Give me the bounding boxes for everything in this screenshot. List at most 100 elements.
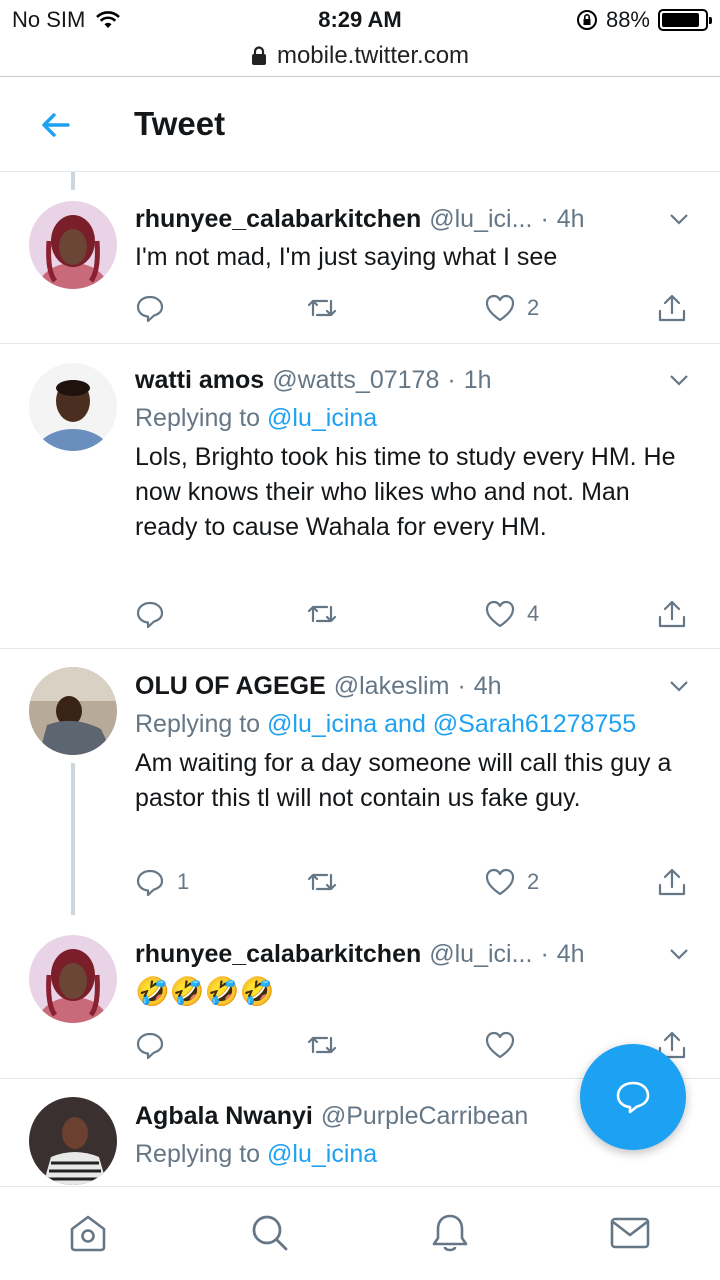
display-name[interactable]: Agbala Nwanyi: [135, 1102, 313, 1131]
like-button[interactable]: [485, 1027, 527, 1063]
replying-to: Replying to @lu_icina: [135, 404, 377, 433]
chevron-down-icon[interactable]: [668, 369, 690, 391]
display-name[interactable]: rhunyee_calabarkitchen: [135, 940, 421, 969]
replying-to-label: Replying to: [135, 1140, 261, 1168]
tweet[interactable]: OLU OF AGEGE @lakeslim · 4h Replying to …: [0, 649, 720, 917]
reply-button[interactable]: [135, 290, 177, 326]
replying-to: Replying to @lu_icina: [135, 1140, 377, 1169]
retweet-button[interactable]: [307, 596, 337, 632]
retweet-icon: [307, 605, 337, 623]
tweet-header: OLU OF AGEGE @lakeslim · 4h: [135, 672, 690, 701]
browser-url-bar[interactable]: mobile.twitter.com: [0, 36, 720, 76]
status-bar: No SIM 8:29 AM 88%: [0, 0, 720, 38]
tweet[interactable]: rhunyee_calabarkitchen @lu_ici... · 4h I…: [0, 172, 720, 344]
search-icon[interactable]: [248, 1211, 292, 1255]
retweet-icon: [307, 1036, 337, 1054]
retweet-icon: [307, 299, 337, 317]
reply-icon: [136, 869, 164, 897]
retweet-button[interactable]: [307, 290, 337, 326]
like-button[interactable]: 4: [485, 596, 539, 632]
username[interactable]: @watts_07178: [272, 366, 439, 395]
reply-icon: [136, 601, 164, 629]
tweet-actions: 1 2: [135, 864, 695, 900]
separator-dot: ·: [540, 940, 549, 968]
share-button[interactable]: [657, 290, 687, 326]
tweet-thread[interactable]: rhunyee_calabarkitchen @lu_ici... · 4h I…: [0, 172, 720, 1186]
retweet-button[interactable]: [307, 864, 337, 900]
display-name[interactable]: watti amos: [135, 366, 264, 395]
share-button[interactable]: [657, 596, 687, 632]
heart-icon: [485, 1031, 515, 1059]
mention-link[interactable]: @lu_icina: [267, 1140, 377, 1168]
username[interactable]: @PurpleCarribean: [321, 1102, 528, 1131]
share-icon: [658, 294, 686, 322]
reply-icon: [136, 1032, 164, 1060]
avatar[interactable]: [29, 667, 117, 755]
like-count: 4: [527, 601, 540, 626]
compose-message-icon: [616, 1081, 650, 1114]
timestamp[interactable]: 1h: [464, 366, 492, 395]
mention-link[interactable]: @lu_icina and @Sarah61278755: [267, 710, 636, 738]
battery-percent: 88%: [605, 7, 650, 32]
reply-button[interactable]: [135, 1027, 177, 1063]
page-header: Tweet: [0, 77, 720, 172]
chevron-down-icon[interactable]: [668, 943, 690, 965]
tweet-actions: 2: [135, 290, 695, 326]
display-name[interactable]: rhunyee_calabarkitchen: [135, 205, 421, 234]
display-name[interactable]: OLU OF AGEGE: [135, 672, 326, 701]
arrow-left-icon[interactable]: [38, 107, 74, 143]
reply-icon: [136, 295, 164, 323]
tweet-text: Lols, Brighto took his time to study eve…: [135, 443, 676, 541]
like-count: 2: [527, 295, 540, 320]
mention-link[interactable]: @lu_icina: [267, 404, 377, 432]
tweet-header: Agbala Nwanyi @PurpleCarribean: [135, 1102, 570, 1131]
retweet-button[interactable]: [307, 1027, 337, 1063]
share-icon: [658, 868, 686, 896]
reply-count: 1: [177, 869, 190, 894]
bottom-navigation: [0, 1186, 720, 1280]
tweet-header: watti amos @watts_07178 · 1h: [135, 366, 690, 395]
compose-reply-button[interactable]: [580, 1044, 686, 1150]
home-icon[interactable]: [66, 1211, 110, 1255]
heart-icon: [485, 294, 515, 322]
share-icon: [658, 600, 686, 628]
avatar[interactable]: [29, 363, 117, 451]
timestamp[interactable]: 4h: [557, 940, 585, 969]
share-button[interactable]: [657, 864, 687, 900]
timestamp[interactable]: 4h: [557, 205, 585, 234]
messages-icon[interactable]: [608, 1211, 652, 1255]
chevron-down-icon[interactable]: [668, 675, 690, 697]
timestamp[interactable]: 4h: [474, 672, 502, 701]
replying-to-label: Replying to: [135, 404, 261, 432]
lock-icon: [251, 46, 266, 65]
reply-button[interactable]: [135, 596, 177, 632]
heart-icon: [485, 600, 515, 628]
orientation-lock-icon: [576, 10, 597, 30]
separator-dot: ·: [457, 672, 466, 700]
url-text: mobile.twitter.com: [276, 42, 470, 69]
like-button[interactable]: 2: [485, 864, 539, 900]
avatar[interactable]: [29, 1097, 117, 1185]
separator-dot: ·: [540, 205, 549, 233]
heart-icon: [485, 868, 515, 896]
thread-line: [71, 763, 75, 915]
username[interactable]: @lu_ici...: [429, 205, 532, 234]
tweet[interactable]: watti amos @watts_07178 · 1h Replying to…: [0, 344, 720, 649]
username[interactable]: @lu_ici...: [429, 940, 532, 969]
chevron-down-icon[interactable]: [668, 208, 690, 230]
avatar[interactable]: [29, 201, 117, 289]
tweet-text: 🤣🤣🤣🤣: [135, 976, 275, 1007]
replying-to: Replying to @lu_icina and @Sarah61278755: [135, 710, 636, 739]
username[interactable]: @lakeslim: [334, 672, 450, 701]
tweet-actions: 4: [135, 596, 695, 632]
reply-button[interactable]: 1: [135, 864, 189, 900]
separator-dot: ·: [447, 366, 456, 394]
page-title: Tweet: [134, 105, 226, 142]
like-button[interactable]: 2: [485, 290, 539, 326]
tweet-text: I'm not mad, I'm just saying what I see: [135, 243, 558, 271]
avatar[interactable]: [29, 935, 117, 1023]
like-count: 2: [527, 869, 540, 894]
retweet-icon: [307, 873, 337, 891]
notifications-icon[interactable]: [428, 1211, 472, 1255]
tweet-header: rhunyee_calabarkitchen @lu_ici... · 4h: [135, 205, 690, 234]
